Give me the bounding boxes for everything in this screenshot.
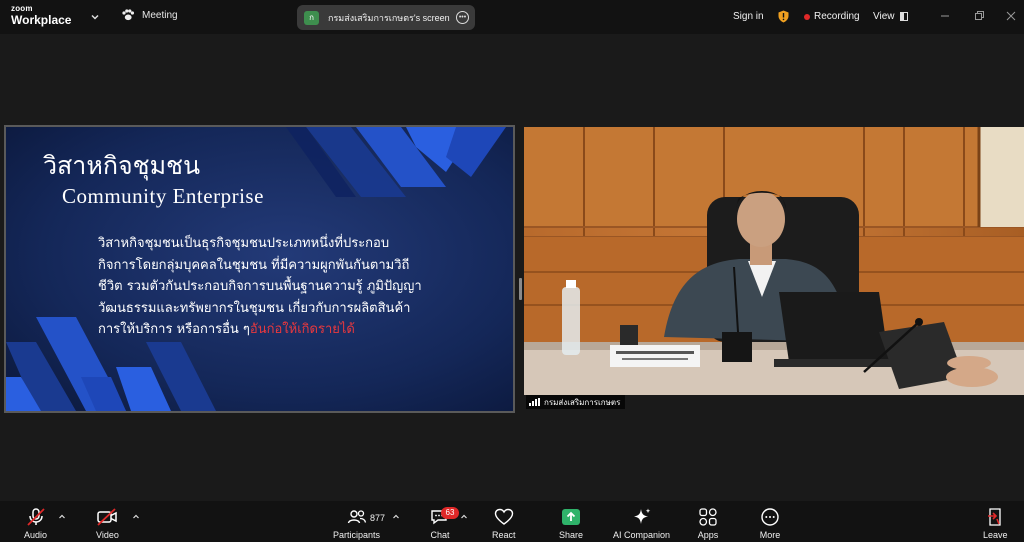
- participants-count: 877: [370, 513, 386, 523]
- video-options-chevron-icon[interactable]: [132, 513, 140, 521]
- sign-in-link[interactable]: Sign in: [733, 11, 764, 22]
- audio-options-chevron-icon[interactable]: [58, 513, 66, 521]
- react-button[interactable]: React: [492, 507, 516, 540]
- apps-button[interactable]: Apps: [697, 507, 719, 540]
- paw-icon: [122, 9, 134, 21]
- recording-dot-icon: [804, 13, 810, 20]
- microphone-muted-icon: [26, 508, 45, 526]
- brand-name: Workplace: [11, 13, 72, 27]
- slide-body-line: กิจการโดยกลุ่มบุคคลในชุมชน ที่มีความผูกพ…: [98, 257, 410, 273]
- view-label: View: [873, 11, 895, 22]
- slide-subtitle: Community Enterprise: [62, 184, 264, 208]
- leave-door-icon: [988, 508, 1001, 526]
- video-label: Video: [96, 530, 119, 540]
- share-screen-icon: [562, 509, 581, 525]
- participants-button[interactable]: Participants: [333, 507, 380, 540]
- slide-body-line: การให้บริการ หรือการอื่น ๆอันก่อให้เกิดร…: [98, 319, 503, 341]
- ai-companion-label: AI Companion: [613, 530, 671, 540]
- more-label: More: [759, 530, 781, 540]
- sparkle-icon: [633, 508, 650, 524]
- chat-options-chevron-icon[interactable]: [460, 513, 468, 521]
- share-label: Share: [559, 530, 584, 540]
- more-icon: [761, 508, 779, 526]
- more-button[interactable]: More: [759, 507, 781, 540]
- meeting-label: Meeting: [142, 9, 178, 21]
- view-button[interactable]: View: [873, 11, 908, 22]
- participants-icon: [347, 510, 366, 524]
- slide-body-line: วิสาหกิจชุมชนเป็นธุรกิจชุมชนประเภทหนึ่งท…: [98, 236, 390, 251]
- participants-options-chevron-icon[interactable]: [392, 513, 400, 521]
- video-button[interactable]: Video: [96, 507, 119, 540]
- slide-body-line: ชีวิต รวมตัวกันประกอบกิจการบนพื้นฐานความ…: [98, 279, 422, 294]
- split-view-resize-handle[interactable]: [519, 278, 522, 300]
- heart-icon: [494, 508, 513, 525]
- chevron-down-icon[interactable]: [89, 11, 101, 23]
- participants-label: Participants: [333, 530, 381, 540]
- react-label: React: [492, 530, 516, 540]
- video-off-icon: [97, 508, 118, 526]
- slide-title: วิสาหกิจชุมชน: [43, 153, 201, 180]
- audio-button[interactable]: Audio: [24, 507, 47, 540]
- ai-companion-button[interactable]: AI Companion: [613, 507, 670, 540]
- slide-body-line: วัฒนธรรมและทรัพยากรในชุมชน เกี่ยวกับการผ…: [98, 300, 411, 316]
- audio-label: Audio: [24, 530, 48, 540]
- restore-icon[interactable]: [972, 9, 986, 23]
- screen-share-label: กรมส่งเสริมการเกษตร's screen: [328, 12, 450, 23]
- chat-label: Chat: [430, 530, 450, 540]
- brand-small: zoom: [11, 4, 33, 13]
- top-bar: zoom Workplace Meeting ก กรมส่งเสริมการเ…: [0, 0, 1024, 34]
- recording-indicator[interactable]: Recording: [804, 11, 860, 22]
- slide-body-text: การให้บริการ หรือการอื่น ๆ: [98, 322, 250, 337]
- signal-strength-icon: [529, 398, 540, 406]
- zoom-meeting-window: zoom Workplace Meeting ก กรมส่งเสริมการเ…: [0, 0, 1024, 542]
- share-button[interactable]: Share: [559, 507, 583, 540]
- layout-icon: [899, 12, 908, 21]
- chat-unread-badge: 63: [441, 507, 459, 519]
- speaker-video-feed: [524, 127, 1024, 411]
- sharer-avatar: ก: [304, 10, 319, 25]
- shared-screen-tile[interactable]: วิสาหกิจชุมชน Community Enterprise วิสาห…: [4, 125, 515, 413]
- recording-label: Recording: [814, 11, 860, 22]
- more-options-icon[interactable]: •••: [456, 11, 469, 24]
- participant-name-label: กรมส่งเสริมการเกษตร: [526, 395, 626, 409]
- screen-share-indicator[interactable]: ก กรมส่งเสริมการเกษตร's screen •••: [297, 5, 475, 30]
- apps-icon: [699, 508, 717, 526]
- apps-label: Apps: [697, 530, 719, 540]
- shield-icon[interactable]: [778, 10, 789, 23]
- slide-body-highlight: อันก่อให้เกิดรายได้: [249, 322, 355, 337]
- meeting-controls-toolbar: Audio Video Participants 877 Chat 63 Rea…: [0, 501, 1024, 542]
- leave-button[interactable]: Leave: [983, 507, 1008, 540]
- participant-video-tile[interactable]: กรมส่งเสริมการเกษตร: [524, 127, 1024, 411]
- slide-body: วิสาหกิจชุมชนเป็นธุรกิจชุมชนประเภทหนึ่งท…: [98, 233, 503, 341]
- zoom-workplace-logo: zoom Workplace: [11, 4, 72, 27]
- leave-label: Leave: [983, 530, 1008, 540]
- participant-name: กรมส่งเสริมการเกษตร: [544, 397, 621, 407]
- minimize-icon[interactable]: [938, 9, 952, 23]
- meeting-info-button[interactable]: Meeting: [121, 9, 178, 21]
- close-icon[interactable]: [1004, 9, 1018, 23]
